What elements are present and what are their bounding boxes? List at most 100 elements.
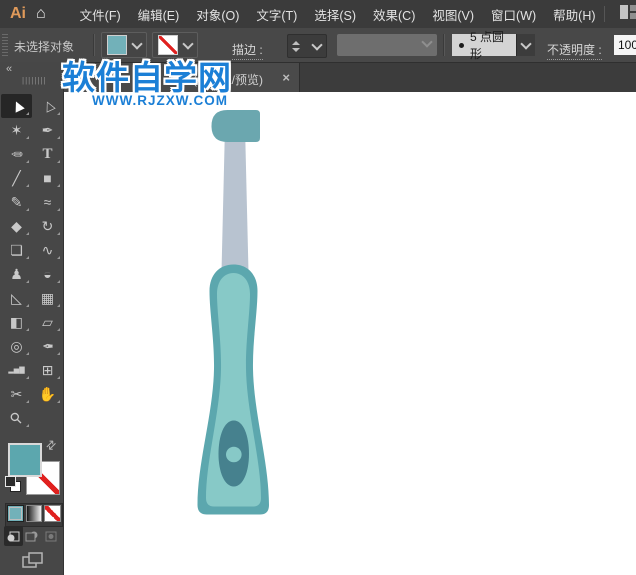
direct-selection-tool[interactable]: ▷: [32, 94, 63, 118]
menu-item-1[interactable]: 编辑(E): [138, 5, 180, 24]
menu-item-3[interactable]: 文字(T): [256, 5, 297, 24]
column-graph-tool[interactable]: ▂▅▇: [1, 358, 32, 382]
zoom-tool-icon: ⚲: [7, 409, 25, 427]
watermark-url: WWW.RJZXW.COM: [92, 94, 232, 108]
stroke-none-swatch[interactable]: [158, 35, 178, 55]
slice-tool[interactable]: ✂: [1, 382, 32, 406]
toothbrush-illustration: [64, 92, 636, 575]
shaper-tool-icon: ≈: [44, 195, 52, 209]
chevron-down-icon[interactable]: [311, 39, 322, 50]
divider: [443, 34, 445, 56]
default-fill-stroke-icon[interactable]: [5, 476, 21, 492]
menu-item-5[interactable]: 效果(C): [373, 5, 415, 24]
step-down-icon[interactable]: [292, 48, 300, 52]
opacity-label[interactable]: 不透明度 :: [547, 41, 602, 60]
direct-selection-tool-icon: ▷: [39, 99, 55, 114]
eraser-tool-icon: ◆: [11, 219, 22, 233]
step-up-icon[interactable]: [292, 41, 300, 45]
stroke-weight-label[interactable]: 描边 :: [232, 41, 263, 60]
fill-color-swatch[interactable]: [107, 35, 127, 55]
paintbrush-tool-icon: ✎: [11, 195, 23, 209]
shape-builder-tool[interactable]: ◒: [32, 262, 63, 286]
blend-tool[interactable]: ◎: [1, 334, 32, 358]
artboard-tool[interactable]: ⊞: [32, 358, 63, 382]
menu-item-8[interactable]: 帮助(H): [553, 5, 595, 24]
menu-item-0[interactable]: 文件(F): [80, 5, 121, 24]
rotate-tool[interactable]: ↻: [32, 214, 63, 238]
eraser-tool[interactable]: ◆: [1, 214, 32, 238]
change-screen-mode-icon[interactable]: [22, 552, 43, 573]
gradient-tool-icon: ◧: [10, 315, 23, 329]
workspace-switcher-icon[interactable]: [620, 5, 636, 24]
chevron-down-icon: [421, 36, 432, 47]
menu-item-2[interactable]: 对象(O): [196, 5, 239, 24]
draw-inside-mode-icon[interactable]: [41, 526, 60, 546]
artboard-canvas[interactable]: [64, 92, 636, 575]
drawing-modes-row: [4, 526, 60, 546]
rectangle-tool[interactable]: ■: [32, 166, 63, 190]
menu-item-4[interactable]: 选择(S): [314, 5, 356, 24]
swap-fill-stroke-icon[interactable]: ⇄: [43, 436, 60, 453]
brush-dropdown-button[interactable]: [516, 34, 535, 56]
app-logo-icon[interactable]: Ai: [10, 5, 26, 23]
panel-drag-grip[interactable]: ||||||||: [22, 76, 47, 85]
puppet-warp-tool[interactable]: ♟: [1, 262, 32, 286]
free-transform-tool[interactable]: ❏: [1, 238, 32, 262]
draw-behind-mode-icon[interactable]: [23, 526, 42, 546]
stroke-color-control[interactable]: [152, 32, 198, 58]
collapse-panel-icon[interactable]: «: [6, 63, 11, 75]
home-icon[interactable]: ⌂: [36, 5, 46, 23]
gradient-tool[interactable]: ◧: [1, 310, 32, 334]
stroke-weight-stepper[interactable]: [292, 41, 300, 52]
line-segment-tool[interactable]: ╱: [1, 166, 32, 190]
menu-bar: Ai ⌂ 文件(F) 编辑(E) 对象(O) 文字(T) 选择(S) 效果(C) 视图(V)…: [0, 0, 636, 29]
type-tool[interactable]: T: [32, 142, 63, 166]
brush-definition-dropdown[interactable]: 5 点圆形: [452, 34, 535, 56]
eyedropper-tool-icon: ✒: [42, 339, 54, 353]
menu-item-7[interactable]: 窗口(W): [491, 5, 536, 24]
paintbrush-tool[interactable]: ✎: [1, 190, 32, 214]
toothbrush-neck: [222, 126, 249, 272]
none-button[interactable]: [44, 505, 61, 522]
puppet-warp-tool-icon: ♟: [10, 267, 23, 281]
fill-swatch[interactable]: [8, 443, 42, 477]
curvature-tool[interactable]: ✏: [1, 142, 32, 166]
selection-status: 未选择对象: [14, 38, 74, 55]
line-segment-tool-icon: ╱: [12, 171, 20, 185]
brush-definition-value[interactable]: 5 点圆形: [452, 34, 516, 56]
chevron-down-icon: [131, 38, 142, 49]
toothbrush-button-dot: [226, 447, 242, 463]
slice-tool-icon: ✂: [11, 387, 23, 401]
menu-items: 文件(F) 编辑(E) 对象(O) 文字(T) 选择(S) 效果(C) 视图(V) 窗口(W)…: [80, 5, 596, 24]
curvature-tool-icon: ✏: [11, 147, 23, 161]
fill-color-control[interactable]: [101, 32, 147, 58]
stroke-weight-combo[interactable]: [287, 34, 327, 58]
free-transform-tool-icon: ❏: [10, 243, 23, 257]
divider: [604, 6, 605, 22]
paint-style-row: [5, 503, 63, 527]
close-tab-icon[interactable]: ×: [282, 70, 290, 85]
hand-tool[interactable]: ✋: [32, 382, 63, 406]
zoom-tool[interactable]: ⚲: [1, 406, 32, 430]
width-tool[interactable]: ∿: [32, 238, 63, 262]
illustrator-window: Ai ⌂ 文件(F) 编辑(E) 对象(O) 文字(T) 选择(S) 效果(C) 视图(V)…: [0, 0, 636, 575]
chevron-down-icon: [520, 38, 531, 49]
gradient-button[interactable]: [26, 505, 43, 522]
selection-tool[interactable]: ▶: [1, 94, 32, 118]
pen-tool[interactable]: ✒: [32, 118, 63, 142]
magic-wand-tool[interactable]: ✶: [1, 118, 32, 142]
divider: [93, 34, 95, 56]
perspective-grid-tool[interactable]: ◺: [1, 286, 32, 310]
type-tool-icon: T: [42, 147, 52, 162]
draw-normal-mode-icon[interactable]: [4, 526, 23, 546]
width-tool-icon: ∿: [42, 243, 54, 257]
measure-tool[interactable]: ▱: [32, 310, 63, 334]
eyedropper-tool[interactable]: ✒: [32, 334, 63, 358]
panel-grip[interactable]: [2, 34, 8, 56]
menu-item-6[interactable]: 视图(V): [432, 5, 474, 24]
shaper-tool[interactable]: ≈: [32, 190, 63, 214]
default-fill-square: [5, 476, 16, 487]
mesh-tool[interactable]: ▦: [32, 286, 63, 310]
color-button[interactable]: [7, 505, 24, 522]
opacity-input[interactable]: 100: [614, 35, 636, 55]
